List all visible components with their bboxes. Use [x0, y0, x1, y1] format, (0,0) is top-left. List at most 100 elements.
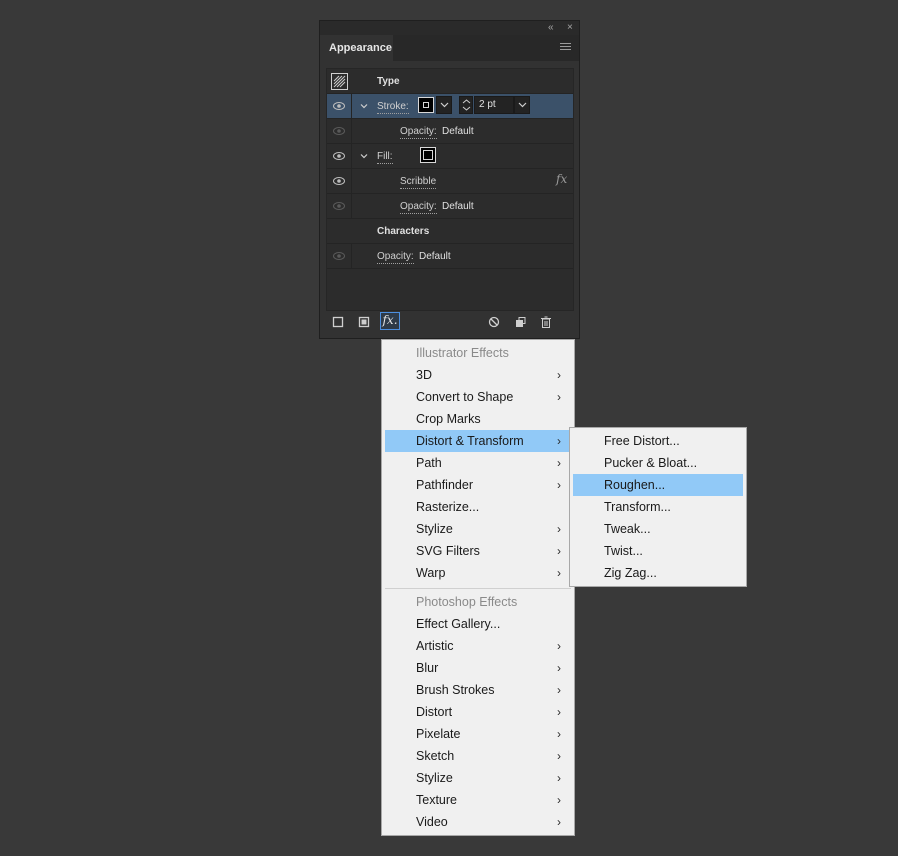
stroke-label[interactable]: Stroke:	[377, 100, 409, 114]
chevron-down-icon	[518, 102, 527, 108]
menu-item-artistic[interactable]: Artistic ›	[385, 635, 571, 657]
stroke-opacity-row[interactable]: Opacity: Default	[327, 119, 573, 144]
fill-label[interactable]: Fill:	[377, 150, 393, 164]
menu-item-rasterize[interactable]: Rasterize...	[385, 496, 571, 518]
chevron-right-icon: ›	[557, 749, 561, 763]
panel-tab-row: Appearance	[320, 35, 579, 61]
menu-item-convert-to-shape[interactable]: Convert to Shape ›	[385, 386, 571, 408]
panel-title-bar[interactable]: « ×	[320, 21, 579, 35]
fill-opacity-value: Default	[442, 201, 474, 212]
fill-opacity-row[interactable]: Opacity: Default	[327, 194, 573, 219]
menu-item-label: Stylize	[416, 771, 453, 785]
eye-icon[interactable]	[333, 102, 345, 110]
chevron-right-icon: ›	[557, 390, 561, 404]
menu-item-label: Stylize	[416, 522, 453, 536]
menu-item-video[interactable]: Video ›	[385, 811, 571, 833]
add-new-stroke-icon[interactable]	[331, 315, 345, 329]
eye-icon[interactable]	[333, 252, 345, 260]
menu-item-label: Video	[416, 815, 448, 829]
chevron-right-icon: ›	[557, 544, 561, 558]
opacity-row[interactable]: Opacity: Default	[327, 244, 573, 269]
stroke-color-swatch[interactable]	[418, 97, 434, 113]
stroke-weight-input[interactable]: 2 pt	[474, 96, 514, 114]
scribble-effect-row[interactable]: Scribble fx	[327, 169, 573, 194]
menu-item-label: Pixelate	[416, 727, 461, 741]
chevron-right-icon: ›	[557, 478, 561, 492]
panel-bottom-toolbar: fx.	[320, 311, 579, 333]
close-panel-icon[interactable]: ×	[567, 22, 573, 34]
eye-icon[interactable]	[333, 202, 345, 210]
fx-icon[interactable]: fx	[556, 173, 567, 186]
add-new-fill-icon[interactable]	[357, 315, 371, 329]
menu-item-brush-strokes[interactable]: Brush Strokes ›	[385, 679, 571, 701]
stroke-row[interactable]: Stroke: 2 pt	[327, 94, 573, 119]
submenu-item-roughen[interactable]: Roughen...	[573, 474, 743, 496]
menu-item-pixelate[interactable]: Pixelate ›	[385, 723, 571, 745]
menu-item-path[interactable]: Path ›	[385, 452, 571, 474]
tab-appearance[interactable]: Appearance	[320, 35, 393, 61]
menu-header-illustrator-effects: Illustrator Effects	[416, 346, 509, 360]
collapse-panel-icon[interactable]: «	[548, 22, 554, 34]
add-new-effect-button[interactable]: fx.	[380, 312, 400, 330]
menu-item-label: Path	[416, 456, 442, 470]
menu-item-stylize[interactable]: Stylize ›	[385, 518, 571, 540]
menu-item-label: Brush Strokes	[416, 683, 495, 697]
menu-item-label: Pathfinder	[416, 478, 473, 492]
menu-item-effect-gallery[interactable]: Effect Gallery...	[385, 613, 571, 635]
chevron-down-icon[interactable]	[359, 151, 369, 161]
menu-item-crop-marks[interactable]: Crop Marks	[385, 408, 571, 430]
panel-menu-icon[interactable]	[560, 43, 571, 52]
trash-icon[interactable]	[539, 315, 553, 329]
chevron-right-icon: ›	[557, 368, 561, 382]
stroke-color-dropdown[interactable]	[436, 96, 452, 114]
stroke-weight-dropdown[interactable]	[514, 96, 530, 114]
appearance-list: Type Stroke: 2 pt Opacity: Default Fill:…	[326, 68, 574, 311]
submenu-item-zig-zag[interactable]: Zig Zag...	[573, 562, 743, 584]
visibility-column	[327, 119, 352, 143]
type-row: Type	[327, 69, 573, 94]
eye-icon[interactable]	[333, 152, 345, 160]
submenu-item-free-distort[interactable]: Free Distort...	[573, 430, 743, 452]
eye-icon[interactable]	[333, 127, 345, 135]
scribble-label[interactable]: Scribble	[400, 175, 437, 189]
menu-item-blur[interactable]: Blur ›	[385, 657, 571, 679]
stepper-arrows-icon	[462, 99, 471, 111]
visibility-column	[327, 169, 352, 193]
characters-label: Characters	[377, 226, 430, 237]
characters-row[interactable]: Characters	[327, 219, 573, 244]
opacity-value: Default	[419, 251, 451, 262]
opacity-label[interactable]: Opacity:	[377, 250, 414, 264]
menu-item-pathfinder[interactable]: Pathfinder ›	[385, 474, 571, 496]
fill-color-swatch[interactable]	[420, 147, 436, 163]
chevron-down-icon	[440, 102, 449, 108]
fill-row[interactable]: Fill:	[327, 144, 573, 169]
chevron-right-icon: ›	[557, 705, 561, 719]
duplicate-item-icon[interactable]	[513, 315, 527, 329]
submenu-item-twist[interactable]: Twist...	[573, 540, 743, 562]
menu-item-svg-filters[interactable]: SVG Filters ›	[385, 540, 571, 562]
menu-item-label: Sketch	[416, 749, 455, 763]
chevron-right-icon: ›	[557, 683, 561, 697]
chevron-down-icon[interactable]	[359, 101, 369, 111]
submenu-item-transform[interactable]: Transform...	[573, 496, 743, 518]
chevron-right-icon: ›	[557, 434, 561, 448]
stroke-opacity-label[interactable]: Opacity:	[400, 125, 437, 139]
menu-item-warp[interactable]: Warp ›	[385, 562, 571, 584]
submenu-item-pucker-bloat[interactable]: Pucker & Bloat...	[573, 452, 743, 474]
menu-item-distort[interactable]: Distort ›	[385, 701, 571, 723]
visibility-column	[327, 144, 352, 168]
menu-item-label: Blur	[416, 661, 439, 675]
menu-item-sketch[interactable]: Sketch ›	[385, 745, 571, 767]
effects-menu: Illustrator Effects 3D › Convert to Shape…	[381, 339, 575, 836]
eye-icon[interactable]	[333, 177, 345, 185]
menu-item-3d[interactable]: 3D ›	[385, 364, 571, 386]
fill-opacity-label[interactable]: Opacity:	[400, 200, 437, 214]
clear-appearance-icon[interactable]	[487, 315, 501, 329]
menu-item-distort-transform[interactable]: Distort & Transform ›	[385, 430, 571, 452]
submenu-item-tweak[interactable]: Tweak...	[573, 518, 743, 540]
menu-item-photoshop-stylize[interactable]: Stylize ›	[385, 767, 571, 789]
chevron-right-icon: ›	[557, 566, 561, 580]
visibility-column	[327, 194, 352, 218]
stroke-weight-stepper[interactable]	[459, 96, 473, 114]
menu-item-texture[interactable]: Texture ›	[385, 789, 571, 811]
